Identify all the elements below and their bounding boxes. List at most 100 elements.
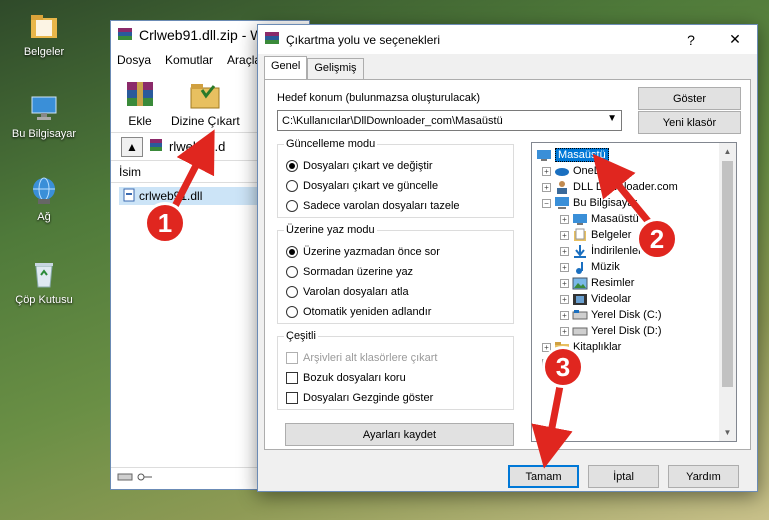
help-title-button[interactable]: ?: [669, 25, 713, 54]
option-label: Dosyaları çıkart ve güncelle: [303, 180, 439, 192]
desktop-icon-network[interactable]: Ağ: [6, 175, 82, 223]
radio-skip-existing[interactable]: Varolan dosyaları atla: [286, 286, 409, 298]
radio-button[interactable]: [286, 200, 298, 212]
chevron-down-icon[interactable]: ▼: [607, 113, 617, 124]
cancel-button[interactable]: İptal: [588, 465, 659, 488]
expand-icon[interactable]: +: [542, 182, 551, 192]
collapse-icon[interactable]: −: [542, 198, 551, 208]
menu-tools[interactable]: Araçla: [227, 53, 261, 67]
tab-general[interactable]: Genel: [264, 56, 308, 79]
tree-item-music[interactable]: + Müzik: [560, 259, 620, 275]
expand-icon[interactable]: +: [560, 246, 569, 256]
expand-icon[interactable]: +: [560, 294, 569, 304]
destination-path-combo[interactable]: C:\Kullanıcılar\DllDownloader_com\Masaüs…: [277, 110, 622, 131]
scroll-up-icon[interactable]: ▲: [719, 143, 736, 160]
radio-ask-before-overwrite[interactable]: Üzerine yazmadan önce sor: [286, 246, 440, 258]
menu-commands[interactable]: Komutlar: [165, 53, 213, 67]
checkbox-show-in-explorer[interactable]: Dosyaları Gezginde göster: [286, 392, 433, 404]
expand-icon[interactable]: +: [560, 326, 569, 336]
tree-item-desktop[interactable]: + Masaüstü: [560, 211, 639, 227]
winrar-app-icon: [264, 30, 280, 49]
file-row[interactable]: crlweb91.dll: [119, 187, 279, 205]
tree-label: Belgeler: [591, 229, 632, 241]
radio-button[interactable]: [286, 306, 298, 318]
tree-label: Videolar: [591, 293, 632, 305]
expand-icon[interactable]: +: [560, 230, 569, 240]
desktop-icon-recycle-bin[interactable]: Çöp Kutusu: [6, 258, 82, 306]
tree-item-documents[interactable]: + Belgeler: [560, 227, 631, 243]
downloads-icon: [574, 245, 586, 258]
winrar-app-icon: [117, 26, 133, 45]
tree-label: Müzik: [591, 261, 620, 273]
tree-item-disk-d[interactable]: + Yerel Disk (D:): [560, 323, 662, 339]
tree-label: Yerel Disk (C:): [591, 309, 662, 321]
disk-icon: [572, 310, 588, 320]
tree-item-videos[interactable]: + Videolar: [560, 291, 631, 307]
expand-icon[interactable]: +: [542, 166, 551, 176]
winrar-title: Crlweb91.dll.zip - W: [139, 27, 264, 43]
tree-label: Bu Bilgisayar: [573, 197, 638, 209]
cloud-icon: [555, 168, 569, 176]
desktop-icon: [537, 150, 551, 161]
desktop-icon-documents[interactable]: Belgeler: [6, 10, 82, 58]
radio-button[interactable]: [286, 266, 298, 278]
expand-icon[interactable]: +: [560, 310, 569, 320]
videos-icon: [573, 294, 587, 305]
step-badge-3: 3: [542, 346, 584, 388]
disk-icon: [572, 327, 588, 336]
computer-icon: [555, 197, 569, 209]
ok-button[interactable]: Tamam: [508, 465, 579, 488]
radio-overwrite-without-prompt[interactable]: Sormadan üzerine yaz: [286, 266, 413, 278]
expand-icon[interactable]: +: [560, 262, 569, 272]
checkbox-keep-broken[interactable]: Bozuk dosyaları koru: [286, 372, 406, 384]
radio-button[interactable]: [286, 286, 298, 298]
close-icon[interactable]: ✕: [713, 25, 757, 54]
radio-rename-auto[interactable]: Otomatik yeniden adlandır: [286, 306, 431, 318]
tree-item-this-pc[interactable]: − Bu Bilgisayar: [542, 195, 637, 211]
desktop-icon-this-pc[interactable]: Bu Bilgisayar: [6, 92, 82, 140]
radio-freshen-existing[interactable]: Sadece varolan dosyaları tazele: [286, 200, 460, 212]
computer-icon: [28, 92, 60, 124]
destination-label: Hedef konum (bulunmazsa oluşturulacak): [277, 92, 480, 104]
checkbox[interactable]: [286, 372, 298, 384]
misc-group: Çeşitli Arşivleri alt klasörlere çıkart …: [277, 330, 514, 410]
destination-path-value: C:\Kullanıcılar\DllDownloader_com\Masaüs…: [282, 114, 503, 127]
tree-item-downloads[interactable]: + İndirilenler: [560, 243, 642, 259]
radio-extract-replace[interactable]: Dosyaları çıkart ve değiştir: [286, 160, 433, 172]
option-label: Varolan dosyaları atla: [303, 286, 409, 298]
step-badge-2: 2: [636, 218, 678, 260]
extract-to-label: Dizine Çıkart: [171, 114, 240, 128]
tree-item-pictures[interactable]: + Resimler: [560, 275, 634, 291]
help-button[interactable]: Yardım: [668, 465, 739, 488]
option-label: Dosyaları Gezginde göster: [303, 392, 434, 404]
up-folder-button[interactable]: ▲: [121, 136, 143, 157]
option-label: Arşivleri alt klasörlere çıkart: [303, 352, 438, 364]
scroll-down-icon[interactable]: ▼: [719, 424, 736, 441]
radio-extract-update[interactable]: Dosyaları çıkart ve güncelle: [286, 180, 438, 192]
misc-title: Çeşitli: [286, 330, 316, 342]
radio-button[interactable]: [286, 160, 298, 172]
tree-item-disk-c[interactable]: + Yerel Disk (C:): [560, 307, 662, 323]
radio-button[interactable]: [286, 246, 298, 258]
menu-file[interactable]: Dosya: [117, 53, 151, 67]
option-label: Dosyaları çıkart ve değiştir: [303, 160, 433, 172]
tree-item-desktop-root[interactable]: Masaüstü: [536, 147, 609, 163]
folder-tree[interactable]: Masaüstü + OneDrive + DLL Downloader.com…: [531, 142, 737, 442]
scroll-thumb[interactable]: [722, 161, 733, 387]
checkbox[interactable]: [286, 392, 298, 404]
extract-to-button[interactable]: Dizine Çıkart: [171, 78, 240, 128]
tab-advanced[interactable]: Gelişmiş: [307, 58, 364, 79]
expand-icon[interactable]: +: [560, 278, 569, 288]
new-folder-button[interactable]: Yeni klasör: [638, 111, 741, 134]
expand-icon[interactable]: +: [560, 214, 569, 224]
tree-scrollbar[interactable]: ▲ ▼: [719, 143, 736, 441]
add-button[interactable]: Ekle: [123, 78, 157, 128]
radio-button[interactable]: [286, 180, 298, 192]
show-button[interactable]: Göster: [638, 87, 741, 110]
tree-item-user[interactable]: + DLL Downloader.com: [542, 179, 678, 195]
tree-item-onedrive[interactable]: + OneDrive: [542, 163, 619, 179]
archive-small-icon: [149, 138, 163, 155]
option-label: Otomatik yeniden adlandır: [303, 306, 432, 318]
save-settings-button[interactable]: Ayarları kaydet: [285, 423, 514, 446]
tree-label: Resimler: [591, 277, 635, 289]
